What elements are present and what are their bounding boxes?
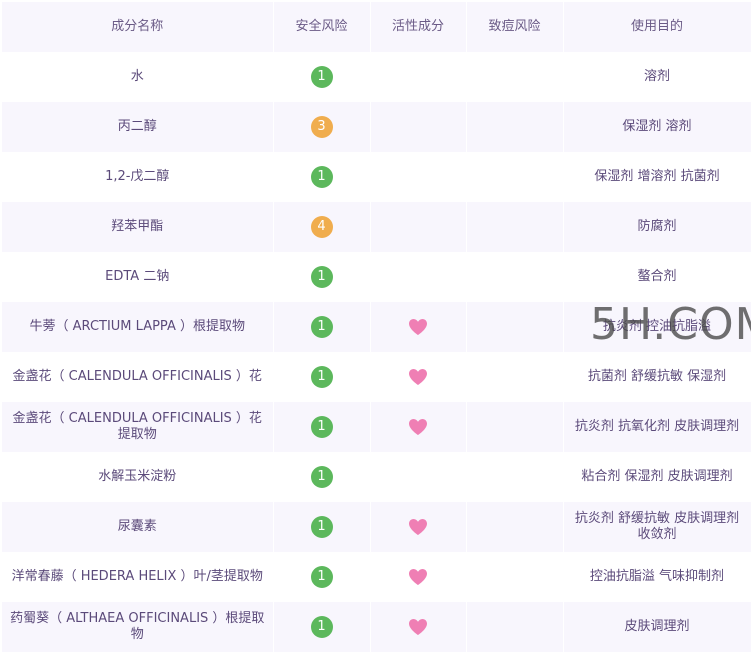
ingredient-name: 洋常春藤（ HEDERA HELIX ）叶/茎提取物 [2,552,274,602]
acne-risk-cell [466,102,564,152]
ingredient-name: 羟苯甲酯 [2,202,274,252]
table-row: EDTA 二钠 1 螯合剂 [2,252,751,302]
acne-risk-cell [466,302,564,352]
active-ingredient-cell [370,602,467,652]
active-ingredient-cell [370,352,467,402]
active-ingredient-cell [370,152,467,202]
active-ingredient-cell [370,202,467,252]
safety-risk-cell: 1 [273,502,371,552]
purpose-cell: 抗炎剂 抗氧化剂 皮肤调理剂 [563,402,751,452]
safety-risk-cell: 4 [273,202,371,252]
heart-icon [408,618,428,636]
acne-risk-cell [466,452,564,502]
purpose-cell: 粘合剂 保湿剂 皮肤调理剂 [563,452,751,502]
purpose-cell: 抗炎剂 控油抗脂溢 [563,302,751,352]
ingredient-name: 丙二醇 [2,102,274,152]
table-row: 药蜀葵（ ALTHAEA OFFICINALIS ）根提取物 1 皮肤调理剂 [2,602,751,652]
safety-score-badge: 1 [310,66,333,88]
purpose-cell: 抗炎剂 舒缓抗敏 皮肤调理剂 收敛剂 [563,502,751,552]
purpose-cell: 防腐剂 [563,202,751,252]
safety-risk-cell: 1 [273,152,371,202]
safety-risk-cell: 1 [273,602,371,652]
safety-score-badge: 1 [310,316,333,338]
safety-score-badge: 1 [310,616,333,638]
safety-risk-cell: 1 [273,252,371,302]
table-header-row: 成分名称 安全风险 活性成分 致痘风险 使用目的 [2,2,751,52]
safety-risk-cell: 3 [273,102,371,152]
safety-score-badge: 1 [310,366,333,388]
ingredient-name: EDTA 二钠 [2,252,274,302]
ingredient-name: 金盏花（ CALENDULA OFFICINALIS ）花提取物 [2,402,274,452]
purpose-cell: 溶剂 [563,52,751,102]
safety-score-badge: 1 [310,416,333,438]
ingredient-name: 水 [2,52,274,102]
table-row: 水 1 溶剂 [2,52,751,102]
ingredient-table: 成分名称 安全风险 活性成分 致痘风险 使用目的 水 1 溶剂 丙二醇 3 保湿剂 溶剂 1… [2,2,751,652]
acne-risk-cell [466,52,564,102]
heart-icon [408,418,428,436]
ingredient-name: 牛蒡（ ARCTIUM LAPPA ）根提取物 [2,302,274,352]
header-safety-risk: 安全风险 [273,2,371,52]
purpose-cell: 保湿剂 增溶剂 抗菌剂 [563,152,751,202]
safety-score-badge: 3 [310,116,333,138]
safety-score-badge: 1 [310,466,333,488]
heart-icon [408,318,428,336]
active-ingredient-cell [370,252,467,302]
ingredient-name: 水解玉米淀粉 [2,452,274,502]
acne-risk-cell [466,602,564,652]
active-ingredient-cell [370,502,467,552]
safety-risk-cell: 1 [273,552,371,602]
acne-risk-cell [466,552,564,602]
active-ingredient-cell [370,302,467,352]
table-row: 羟苯甲酯 4 防腐剂 [2,202,751,252]
acne-risk-cell [466,502,564,552]
table-row: 金盏花（ CALENDULA OFFICINALIS ）花 1 抗菌剂 舒缓抗敏 保… [2,352,751,402]
ingredient-name: 金盏花（ CALENDULA OFFICINALIS ）花 [2,352,274,402]
acne-risk-cell [466,402,564,452]
ingredient-rows: 水 1 溶剂丙二醇 3 保湿剂 溶剂 1,2-戊二醇 1 保湿剂 增溶剂 抗菌剂羟苯甲酯 4 防腐… [2,52,751,652]
heart-icon [408,518,428,536]
safety-risk-cell: 1 [273,52,371,102]
table-row: 洋常春藤（ HEDERA HELIX ）叶/茎提取物 1 控油抗脂溢 气味抑制剂 [2,552,751,602]
header-active-ingredient: 活性成分 [370,2,467,52]
active-ingredient-cell [370,452,467,502]
acne-risk-cell [466,352,564,402]
header-ingredient-name: 成分名称 [2,2,274,52]
safety-risk-cell: 1 [273,302,371,352]
table-row: 金盏花（ CALENDULA OFFICINALIS ）花提取物 1 抗炎剂 抗氧化… [2,402,751,452]
purpose-cell: 控油抗脂溢 气味抑制剂 [563,552,751,602]
active-ingredient-cell [370,552,467,602]
ingredient-name: 1,2-戊二醇 [2,152,274,202]
acne-risk-cell [466,152,564,202]
active-ingredient-cell [370,102,467,152]
safety-score-badge: 1 [310,516,333,538]
heart-icon [408,568,428,586]
safety-risk-cell: 1 [273,352,371,402]
purpose-cell: 皮肤调理剂 [563,602,751,652]
table-row: 牛蒡（ ARCTIUM LAPPA ）根提取物 1 抗炎剂 控油抗脂溢 [2,302,751,352]
safety-risk-cell: 1 [273,402,371,452]
acne-risk-cell [466,202,564,252]
table-row: 丙二醇 3 保湿剂 溶剂 [2,102,751,152]
header-acne-risk: 致痘风险 [466,2,564,52]
active-ingredient-cell [370,52,467,102]
purpose-cell: 抗菌剂 舒缓抗敏 保湿剂 [563,352,751,402]
safety-score-badge: 1 [310,166,333,188]
table-row: 1,2-戊二醇 1 保湿剂 增溶剂 抗菌剂 [2,152,751,202]
safety-risk-cell: 1 [273,452,371,502]
acne-risk-cell [466,252,564,302]
purpose-cell: 螯合剂 [563,252,751,302]
safety-score-badge: 1 [310,566,333,588]
safety-score-badge: 4 [310,216,333,238]
purpose-cell: 保湿剂 溶剂 [563,102,751,152]
ingredient-name: 药蜀葵（ ALTHAEA OFFICINALIS ）根提取物 [2,602,274,652]
ingredient-name: 尿囊素 [2,502,274,552]
active-ingredient-cell [370,402,467,452]
safety-score-badge: 1 [310,266,333,288]
table-row: 水解玉米淀粉 1 粘合剂 保湿剂 皮肤调理剂 [2,452,751,502]
header-purpose: 使用目的 [563,2,751,52]
table-row: 尿囊素 1 抗炎剂 舒缓抗敏 皮肤调理剂 收敛剂 [2,502,751,552]
heart-icon [408,368,428,386]
